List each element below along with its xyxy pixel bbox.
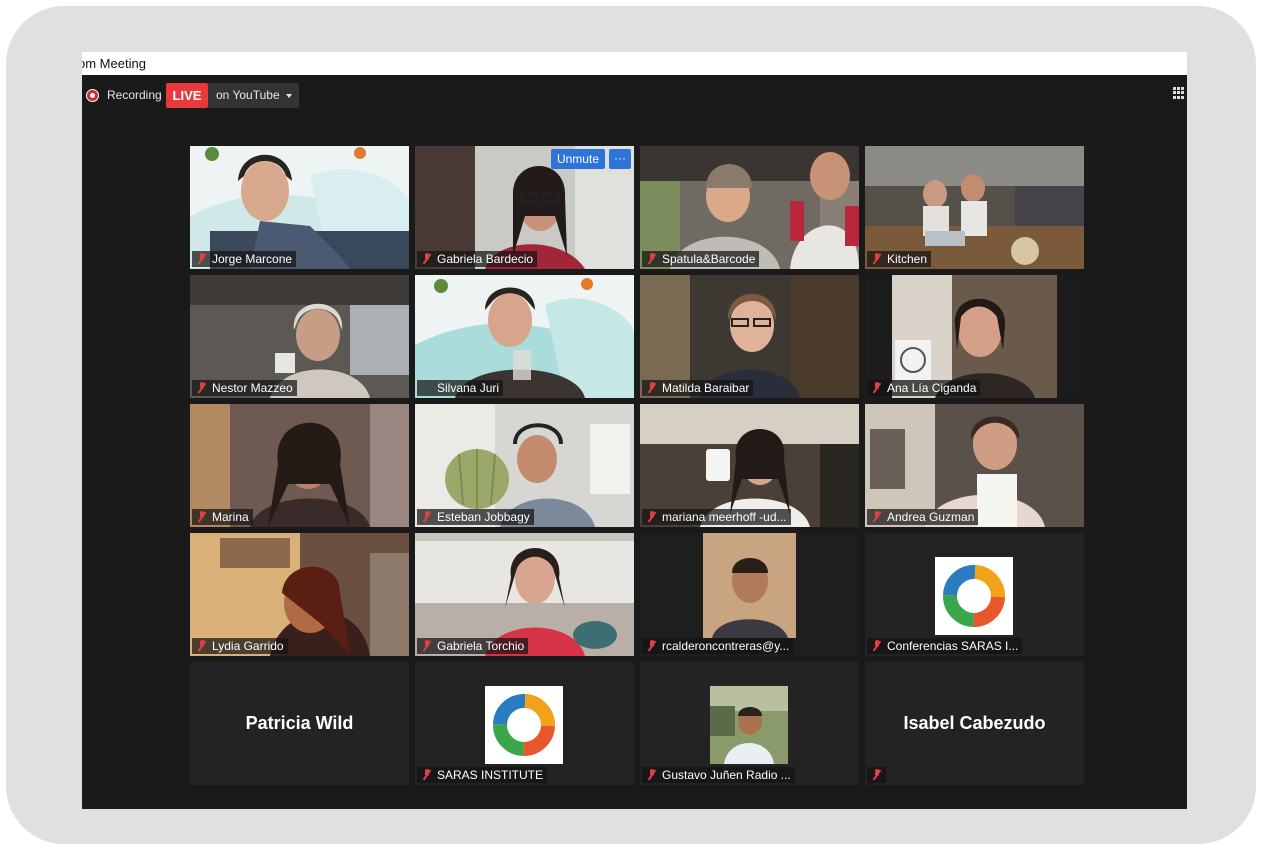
participant-name-tag: Spatula&Barcode bbox=[642, 251, 760, 267]
participant-name: Jorge Marcone bbox=[212, 252, 293, 266]
muted-mic-icon bbox=[422, 511, 432, 523]
recording-indicator[interactable]: Recording bbox=[86, 87, 162, 103]
video-tile[interactable]: Matilda Baraibar bbox=[640, 275, 859, 398]
participant-name-tag: Kitchen bbox=[867, 251, 932, 267]
participant-name-tag: Conferencias SARAS I... bbox=[867, 638, 1023, 654]
title-bar: om Meeting bbox=[82, 52, 1187, 75]
participant-name-tag: rcalderoncontreras@y... bbox=[642, 638, 794, 654]
participant-name-tag: Lydia Garrido bbox=[192, 638, 288, 654]
video-tile[interactable]: Nestor Mazzeo bbox=[190, 275, 409, 398]
video-tile[interactable]: Unmute ··· Gabriela Bardecio bbox=[415, 146, 634, 269]
participant-name-tag: Matilda Baraibar bbox=[642, 380, 754, 396]
participant-name-tag: Marina bbox=[192, 509, 253, 525]
muted-mic-icon bbox=[872, 769, 882, 781]
muted-mic-icon bbox=[872, 382, 882, 394]
participant-name: Conferencias SARAS I... bbox=[887, 639, 1019, 653]
participant-name-tag: Ana Lía Ciganda bbox=[867, 380, 981, 396]
name-only-tile[interactable]: Patricia Wild bbox=[190, 662, 409, 785]
meeting-toolbar: Recording LIVE on YouTube bbox=[82, 75, 1187, 115]
participant-name: Nestor Mazzeo bbox=[212, 381, 293, 395]
participant-name: Silvana Juri bbox=[437, 381, 500, 395]
video-tile[interactable]: Ana Lía Ciganda bbox=[865, 275, 1084, 398]
muted-mic-icon bbox=[872, 640, 882, 652]
muted-mic-icon bbox=[422, 253, 432, 265]
muted-mic-icon bbox=[422, 769, 432, 781]
participant-photo bbox=[710, 686, 788, 764]
video-tile[interactable]: Gabriela Torchio bbox=[415, 533, 634, 656]
participant-name: Andrea Guzman bbox=[887, 510, 975, 524]
participant-name: mariana meerhoff -ud... bbox=[662, 510, 787, 524]
muted-mic-icon bbox=[197, 382, 207, 394]
video-tile[interactable]: Lydia Garrido bbox=[190, 533, 409, 656]
gallery-view-icon[interactable] bbox=[1173, 87, 1185, 99]
muted-mic-icon bbox=[647, 640, 657, 652]
muted-mic-icon bbox=[872, 511, 882, 523]
video-tile[interactable]: Andrea Guzman bbox=[865, 404, 1084, 527]
video-tile[interactable]: Esteban Jobbagy bbox=[415, 404, 634, 527]
record-icon bbox=[86, 88, 99, 102]
participant-name-tag: Jorge Marcone bbox=[192, 251, 297, 267]
video-tile[interactable]: Jorge Marcone bbox=[190, 146, 409, 269]
participant-name-tag: Andrea Guzman bbox=[867, 509, 979, 525]
muted-mic-icon bbox=[647, 769, 657, 781]
participant-name-tag: Silvana Juri bbox=[417, 380, 504, 396]
live-target-label: on YouTube bbox=[216, 88, 280, 102]
participant-name-tag: Gabriela Torchio bbox=[417, 638, 529, 654]
muted-mic-icon bbox=[647, 382, 657, 394]
participant-name: Ana Lía Ciganda bbox=[887, 381, 977, 395]
participant-name-tag bbox=[867, 767, 886, 783]
muted-mic-icon bbox=[647, 511, 657, 523]
participant-name-tag: Nestor Mazzeo bbox=[192, 380, 297, 396]
avatar-tile[interactable]: Conferencias SARAS I... bbox=[865, 533, 1084, 656]
participant-name-tag: Gabriela Bardecio bbox=[417, 251, 538, 267]
participant-name: Gustavo Juñen Radio ... bbox=[662, 768, 791, 782]
video-tile[interactable]: mariana meerhoff -ud... bbox=[640, 404, 859, 527]
live-stream-dropdown[interactable]: on YouTube bbox=[208, 83, 299, 108]
caret-down-icon bbox=[286, 94, 292, 98]
participant-name: Matilda Baraibar bbox=[662, 381, 750, 395]
more-options-button[interactable]: ··· bbox=[609, 149, 631, 169]
video-tile[interactable]: Kitchen bbox=[865, 146, 1084, 269]
muted-mic-icon bbox=[197, 511, 207, 523]
saras-logo bbox=[935, 557, 1013, 635]
participant-name: Gabriela Torchio bbox=[437, 639, 525, 653]
participant-name: rcalderoncontreras@y... bbox=[662, 639, 790, 653]
unmute-button[interactable]: Unmute bbox=[550, 149, 605, 169]
participant-name: Lydia Garrido bbox=[212, 639, 284, 653]
participant-name: Gabriela Bardecio bbox=[437, 252, 534, 266]
live-badge: LIVE bbox=[166, 83, 208, 108]
video-tile-active-speaker[interactable]: Silvana Juri bbox=[415, 275, 634, 398]
participant-name: Esteban Jobbagy bbox=[437, 510, 530, 524]
muted-mic-icon bbox=[872, 253, 882, 265]
participant-name-tag: Gustavo Juñen Radio ... bbox=[642, 767, 795, 783]
video-tile[interactable]: rcalderoncontreras@y... bbox=[640, 533, 859, 656]
participant-name-tag: Esteban Jobbagy bbox=[417, 509, 534, 525]
video-tile[interactable]: Spatula&Barcode bbox=[640, 146, 859, 269]
recording-label: Recording bbox=[107, 88, 162, 102]
video-tile[interactable]: Marina bbox=[190, 404, 409, 527]
zoom-window: om Meeting Recording LIVE on YouTube Jor… bbox=[82, 52, 1187, 809]
saras-logo bbox=[485, 686, 563, 764]
muted-mic-icon bbox=[422, 640, 432, 652]
participant-display-name: Patricia Wild bbox=[245, 713, 354, 733]
participant-name: Marina bbox=[212, 510, 249, 524]
participant-name-tag: mariana meerhoff -ud... bbox=[642, 509, 791, 525]
name-only-tile[interactable]: Isabel Cabezudo bbox=[865, 662, 1084, 785]
window-title: om Meeting bbox=[82, 56, 146, 71]
participant-name-tag: SARAS INSTITUTE bbox=[417, 767, 548, 783]
participant-name: Spatula&Barcode bbox=[662, 252, 756, 266]
avatar-tile[interactable]: Gustavo Juñen Radio ... bbox=[640, 662, 859, 785]
muted-mic-icon bbox=[647, 253, 657, 265]
avatar-tile[interactable]: SARAS INSTITUTE bbox=[415, 662, 634, 785]
participant-name: SARAS INSTITUTE bbox=[437, 768, 544, 782]
participant-name: Kitchen bbox=[887, 252, 928, 266]
muted-mic-icon bbox=[197, 640, 207, 652]
participant-display-name: Isabel Cabezudo bbox=[903, 713, 1046, 733]
muted-mic-icon bbox=[197, 253, 207, 265]
